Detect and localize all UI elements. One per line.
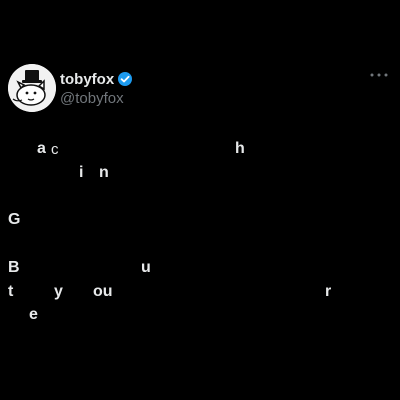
body-fragment: G (8, 211, 21, 228)
body-fragment: r (325, 283, 332, 300)
more-dots-icon[interactable] (370, 68, 388, 82)
avatar[interactable] (8, 64, 56, 112)
body-fragment: y (54, 283, 63, 300)
post: tobyfox @tobyfox a c h i n G B u t y ou … (0, 0, 400, 400)
body-fragment: c (51, 141, 59, 158)
author-display-name[interactable]: tobyfox (60, 71, 114, 88)
avatar-drawing (8, 64, 56, 112)
body-fragment: B (8, 259, 20, 276)
post-header: tobyfox @tobyfox (8, 64, 392, 114)
body-fragment: ou (93, 283, 113, 300)
body-fragment: e (29, 306, 38, 323)
body-fragment: t (8, 283, 14, 300)
author-name-row: tobyfox (60, 69, 133, 89)
body-fragment: h (235, 140, 245, 157)
body-fragment: u (141, 259, 151, 276)
body-fragment: n (99, 164, 109, 181)
verified-badge-icon (117, 71, 133, 87)
author-handle[interactable]: @tobyfox (60, 90, 124, 107)
body-fragment: a (37, 140, 46, 157)
body-fragment: i (79, 164, 84, 181)
